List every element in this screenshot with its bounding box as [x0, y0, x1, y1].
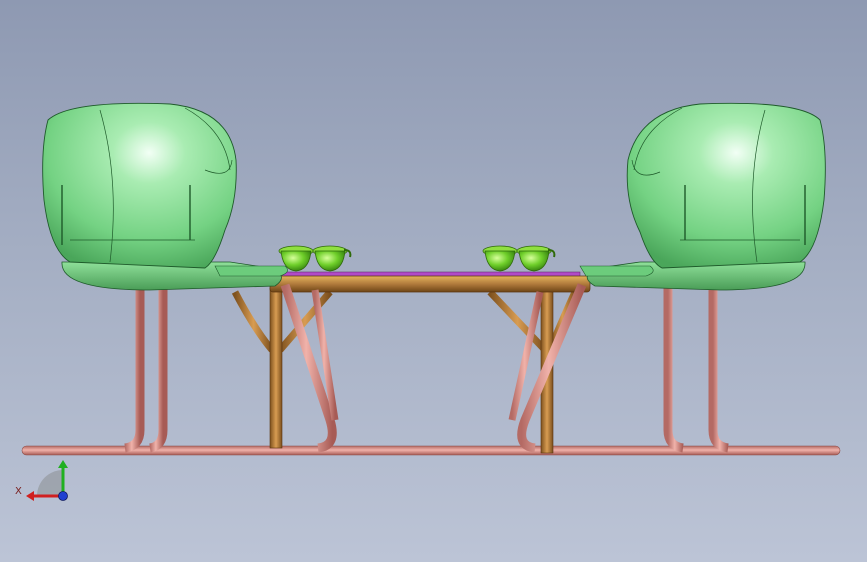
cup-group-right	[482, 245, 556, 272]
x-axis-label: X	[15, 486, 22, 497]
cad-viewport[interactable]: X	[0, 0, 867, 562]
cup-icon	[482, 245, 518, 272]
cup-icon	[312, 245, 352, 272]
cup-group-left	[278, 245, 352, 272]
cup-icon	[516, 245, 556, 272]
assembly-model	[21, 102, 841, 501]
coordinate-triad-icon[interactable]	[26, 460, 68, 501]
